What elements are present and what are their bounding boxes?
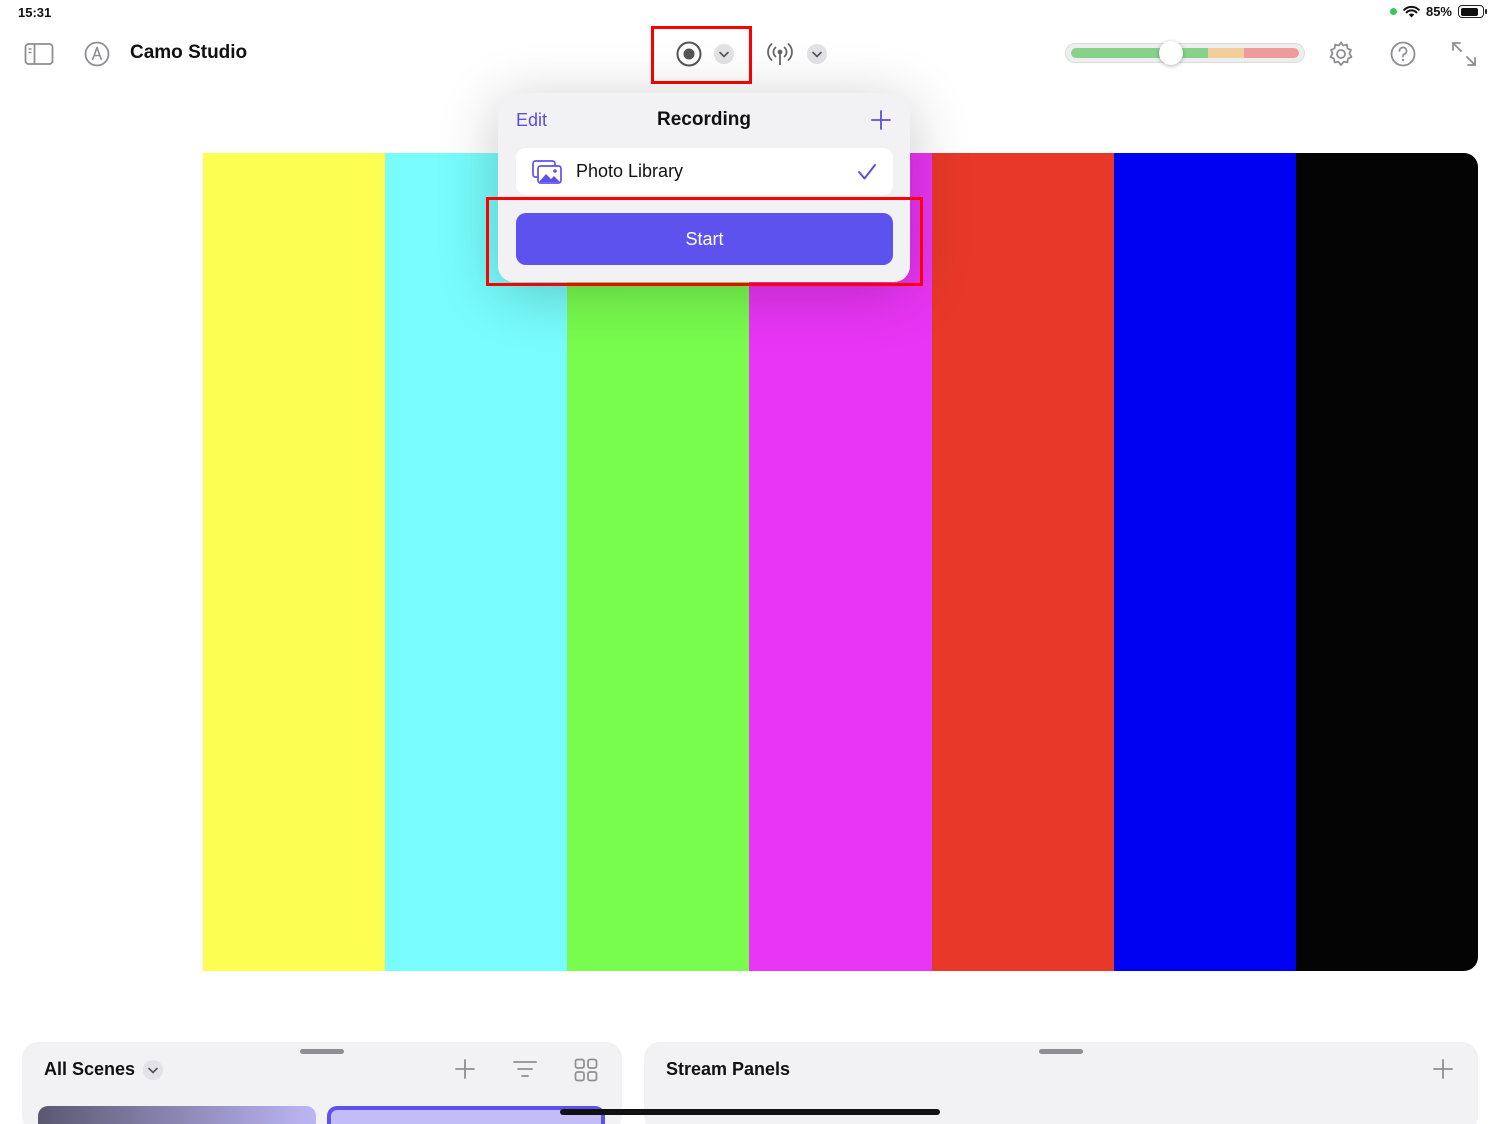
add-destination-button[interactable]: [870, 109, 892, 136]
camo-studio-screen: 15:31 85% Camo Studio Recording Edit Pho…: [0, 0, 1500, 1124]
broadcast-icon[interactable]: [765, 40, 795, 68]
plus-icon: [455, 1059, 475, 1079]
add-scene-button[interactable]: [454, 1058, 476, 1080]
scenes-panel-grabber[interactable]: [300, 1049, 344, 1054]
checkmark-icon: [858, 163, 876, 179]
app-title: Camo Studio: [130, 42, 248, 63]
sidebar-toggle-icon[interactable]: [24, 42, 54, 66]
sort-lines-icon: [513, 1061, 537, 1077]
color-bar: [1113, 153, 1296, 971]
add-stream-panel-button[interactable]: [1432, 1058, 1454, 1080]
start-recording-button[interactable]: Start: [516, 213, 893, 265]
status-indicators: 85%: [1389, 4, 1487, 19]
scene-thumbnail[interactable]: [38, 1106, 316, 1124]
battery-percentage: 85%: [1425, 4, 1452, 19]
camera-in-use-dot: [1389, 8, 1397, 15]
status-time: 15:31: [18, 5, 52, 20]
scenes-filter-chevron-icon[interactable]: [143, 1060, 163, 1080]
battery-icon: [1458, 5, 1487, 18]
audio-level-slider[interactable]: [1065, 41, 1305, 65]
stream-panels-title: Stream Panels: [666, 1059, 791, 1079]
pen-circle-icon[interactable]: [84, 41, 110, 67]
color-bar: [1295, 153, 1478, 971]
popover-title: Recording: [657, 109, 751, 130]
color-bar: [931, 153, 1114, 971]
meter-mid-segment: [1208, 48, 1244, 58]
record-options-chevron-icon[interactable]: [714, 44, 734, 64]
wifi-icon: [1403, 5, 1420, 18]
meter-low-segment: [1071, 48, 1208, 58]
edit-button[interactable]: Edit: [516, 110, 547, 131]
meter-high-segment: [1244, 48, 1299, 58]
scenes-panel-title: All Scenes: [44, 1059, 136, 1079]
audio-level-knob[interactable]: [1159, 41, 1184, 65]
recording-popover: Recording Edit Photo Library Start: [498, 93, 910, 282]
help-icon[interactable]: [1389, 40, 1417, 68]
destination-photo-library[interactable]: Photo Library: [516, 148, 893, 195]
stream-panel-grabber[interactable]: [1039, 1049, 1083, 1054]
grid-icon: [574, 1058, 598, 1082]
plus-icon: [871, 110, 891, 130]
color-bar: [203, 153, 386, 971]
destination-label: Photo Library: [576, 161, 684, 181]
gear-icon[interactable]: [1327, 40, 1355, 68]
grid-view-button[interactable]: [574, 1058, 598, 1082]
record-icon[interactable]: [675, 40, 703, 68]
photo-library-icon: [532, 159, 562, 184]
sort-scenes-button[interactable]: [513, 1059, 537, 1079]
plus-icon: [1433, 1059, 1453, 1079]
broadcast-options-chevron-icon[interactable]: [807, 44, 827, 64]
home-indicator: [560, 1109, 940, 1115]
expand-icon[interactable]: [1451, 41, 1477, 67]
